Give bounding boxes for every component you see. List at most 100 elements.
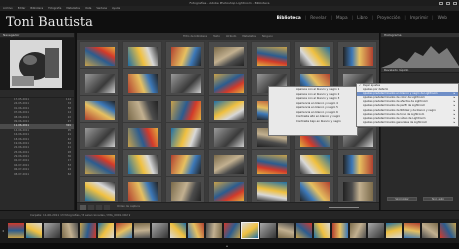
filmstrip-thumbnail[interactable] (332, 223, 348, 238)
filter-text[interactable]: Texto (213, 33, 220, 40)
folder-item[interactable]: 08-07-2011 62 (0, 173, 74, 177)
grid-cell[interactable] (165, 122, 205, 151)
submenu-item-general[interactable]: Ajustes predeterminados generales de Lig… (357, 121, 458, 125)
filmstrip-thumbnail[interactable] (134, 223, 150, 238)
close-icon[interactable] (453, 1, 457, 5)
grid-cell[interactable] (337, 149, 377, 178)
grid-cell[interactable] (251, 176, 291, 202)
filmstrip-thumbnail[interactable] (98, 223, 114, 238)
maximize-icon[interactable] (446, 1, 450, 5)
sync-button[interactable]: Sincronizar (387, 197, 417, 201)
triangle-up-icon[interactable]: ▴ (226, 243, 228, 248)
grid-cell[interactable] (122, 149, 162, 178)
grid-cell[interactable] (122, 41, 162, 70)
filmstrip-thumbnail[interactable] (188, 223, 204, 238)
filmstrip-thumbnail[interactable] (440, 223, 456, 238)
submenu-label: Ajustes predeterminados de tono de Light… (363, 112, 425, 116)
filmstrip-source[interactable]: Carpeta: 11-06-2011 13 fotografías / 8 s… (30, 213, 130, 217)
photo-thumbnail (128, 182, 158, 201)
grid-cell[interactable] (165, 176, 205, 202)
grid-cell[interactable] (251, 41, 291, 70)
grid-view-icon[interactable] (80, 204, 86, 210)
grid-cell[interactable] (208, 149, 248, 178)
filmstrip-thumbnail[interactable] (260, 223, 276, 238)
navigator-image (0, 38, 75, 90)
filmstrip-thumbnail[interactable] (278, 223, 294, 238)
navigator-preview[interactable] (0, 38, 75, 90)
filmstrip-thumbnail[interactable] (26, 223, 42, 238)
menu-item-bw-low[interactable]: Contraste bajo en blanco y negro (269, 119, 357, 124)
grid-cell[interactable] (79, 68, 119, 97)
thumbnail-size-slider[interactable] (329, 206, 359, 208)
module-biblioteca[interactable]: Biblioteca (277, 16, 301, 21)
module-web[interactable]: Web (438, 16, 447, 21)
grid-cell[interactable] (122, 95, 162, 124)
filmstrip-thumbnail[interactable] (368, 223, 384, 238)
submenu-label: Ajustes predeterminados generales de Lig… (363, 120, 428, 124)
filter-none[interactable]: Ninguno (262, 33, 273, 40)
grid-cell[interactable] (294, 41, 334, 70)
filter-metadata[interactable]: Metadatos (242, 33, 256, 40)
grid-cell[interactable] (122, 176, 162, 202)
grid-cell[interactable] (208, 95, 248, 124)
module-imprimir[interactable]: Imprimir (410, 16, 428, 21)
grid-cell[interactable] (79, 149, 119, 178)
module-revelar[interactable]: Revelar (310, 16, 326, 21)
filmstrip-thumbnail[interactable] (386, 223, 402, 238)
photo-thumbnail (171, 182, 201, 201)
module-proyeccion[interactable]: Proyección (377, 16, 400, 21)
grid-cell[interactable] (165, 41, 205, 70)
filmstrip-thumbnail[interactable] (116, 223, 132, 238)
grid-cell[interactable] (251, 149, 291, 178)
histogram-graph (381, 46, 459, 68)
sort-label[interactable]: Orden de captura (117, 203, 140, 211)
compare-view-icon[interactable] (96, 204, 102, 210)
grid-cell[interactable] (337, 176, 377, 202)
filmstrip-thumbnail[interactable] (350, 223, 366, 238)
filmstrip-thumbnail[interactable] (224, 223, 240, 238)
filmstrip-thumbnail[interactable] (8, 223, 24, 238)
grid-cell[interactable] (165, 149, 205, 178)
grid-cell[interactable] (208, 68, 248, 97)
photo-thumbnail (214, 74, 244, 93)
filmstrip-thumbnail[interactable] (206, 223, 222, 238)
grid-cell[interactable] (208, 122, 248, 151)
grid-cell[interactable] (165, 68, 205, 97)
filmstrip-thumbnail[interactable] (422, 223, 438, 238)
grid-cell[interactable] (208, 41, 248, 70)
grid-cell[interactable] (122, 122, 162, 151)
grid-cell[interactable] (79, 95, 119, 124)
photo-thumbnail (300, 47, 330, 66)
module-mapa[interactable]: Mapa (336, 16, 348, 21)
grid-cell[interactable] (294, 176, 334, 202)
filmstrip-thumbnail[interactable] (80, 223, 96, 238)
filmstrip-left-icon[interactable]: ◂ (2, 228, 4, 233)
filmstrip-thumbnail[interactable] (170, 223, 186, 238)
grid-cell[interactable] (337, 41, 377, 70)
minimize-icon[interactable] (439, 1, 443, 5)
filter-attribute[interactable]: Atributo (226, 33, 236, 40)
photo-thumbnail (85, 74, 115, 93)
grid-cell[interactable] (294, 149, 334, 178)
grid-cell[interactable] (165, 95, 205, 124)
grid-cell[interactable] (79, 41, 119, 70)
photo-thumbnail (214, 182, 244, 201)
survey-view-icon[interactable] (104, 204, 110, 210)
photo-thumbnail (300, 182, 330, 201)
module-libro[interactable]: Libro (357, 16, 368, 21)
grid-cell[interactable] (79, 176, 119, 202)
filmstrip-thumbnail[interactable] (62, 223, 78, 238)
loupe-view-icon[interactable] (88, 204, 94, 210)
filmstrip-thumbnail[interactable] (241, 222, 259, 239)
filter-label: Filtro de biblioteca (183, 35, 208, 38)
filmstrip-thumbnail[interactable] (44, 223, 60, 238)
grid-cell[interactable] (79, 122, 119, 151)
filmstrip-thumbnail[interactable] (152, 223, 168, 238)
library-filter-bar: Filtro de biblioteca Texto Atributo Meta… (77, 33, 379, 40)
auto-sync-button[interactable]: Sinc. auto (423, 197, 453, 201)
filmstrip-thumbnail[interactable] (314, 223, 330, 238)
grid-cell[interactable] (122, 68, 162, 97)
filmstrip-thumbnail[interactable] (404, 223, 420, 238)
filmstrip-thumbnail[interactable] (296, 223, 312, 238)
grid-cell[interactable] (208, 176, 248, 202)
